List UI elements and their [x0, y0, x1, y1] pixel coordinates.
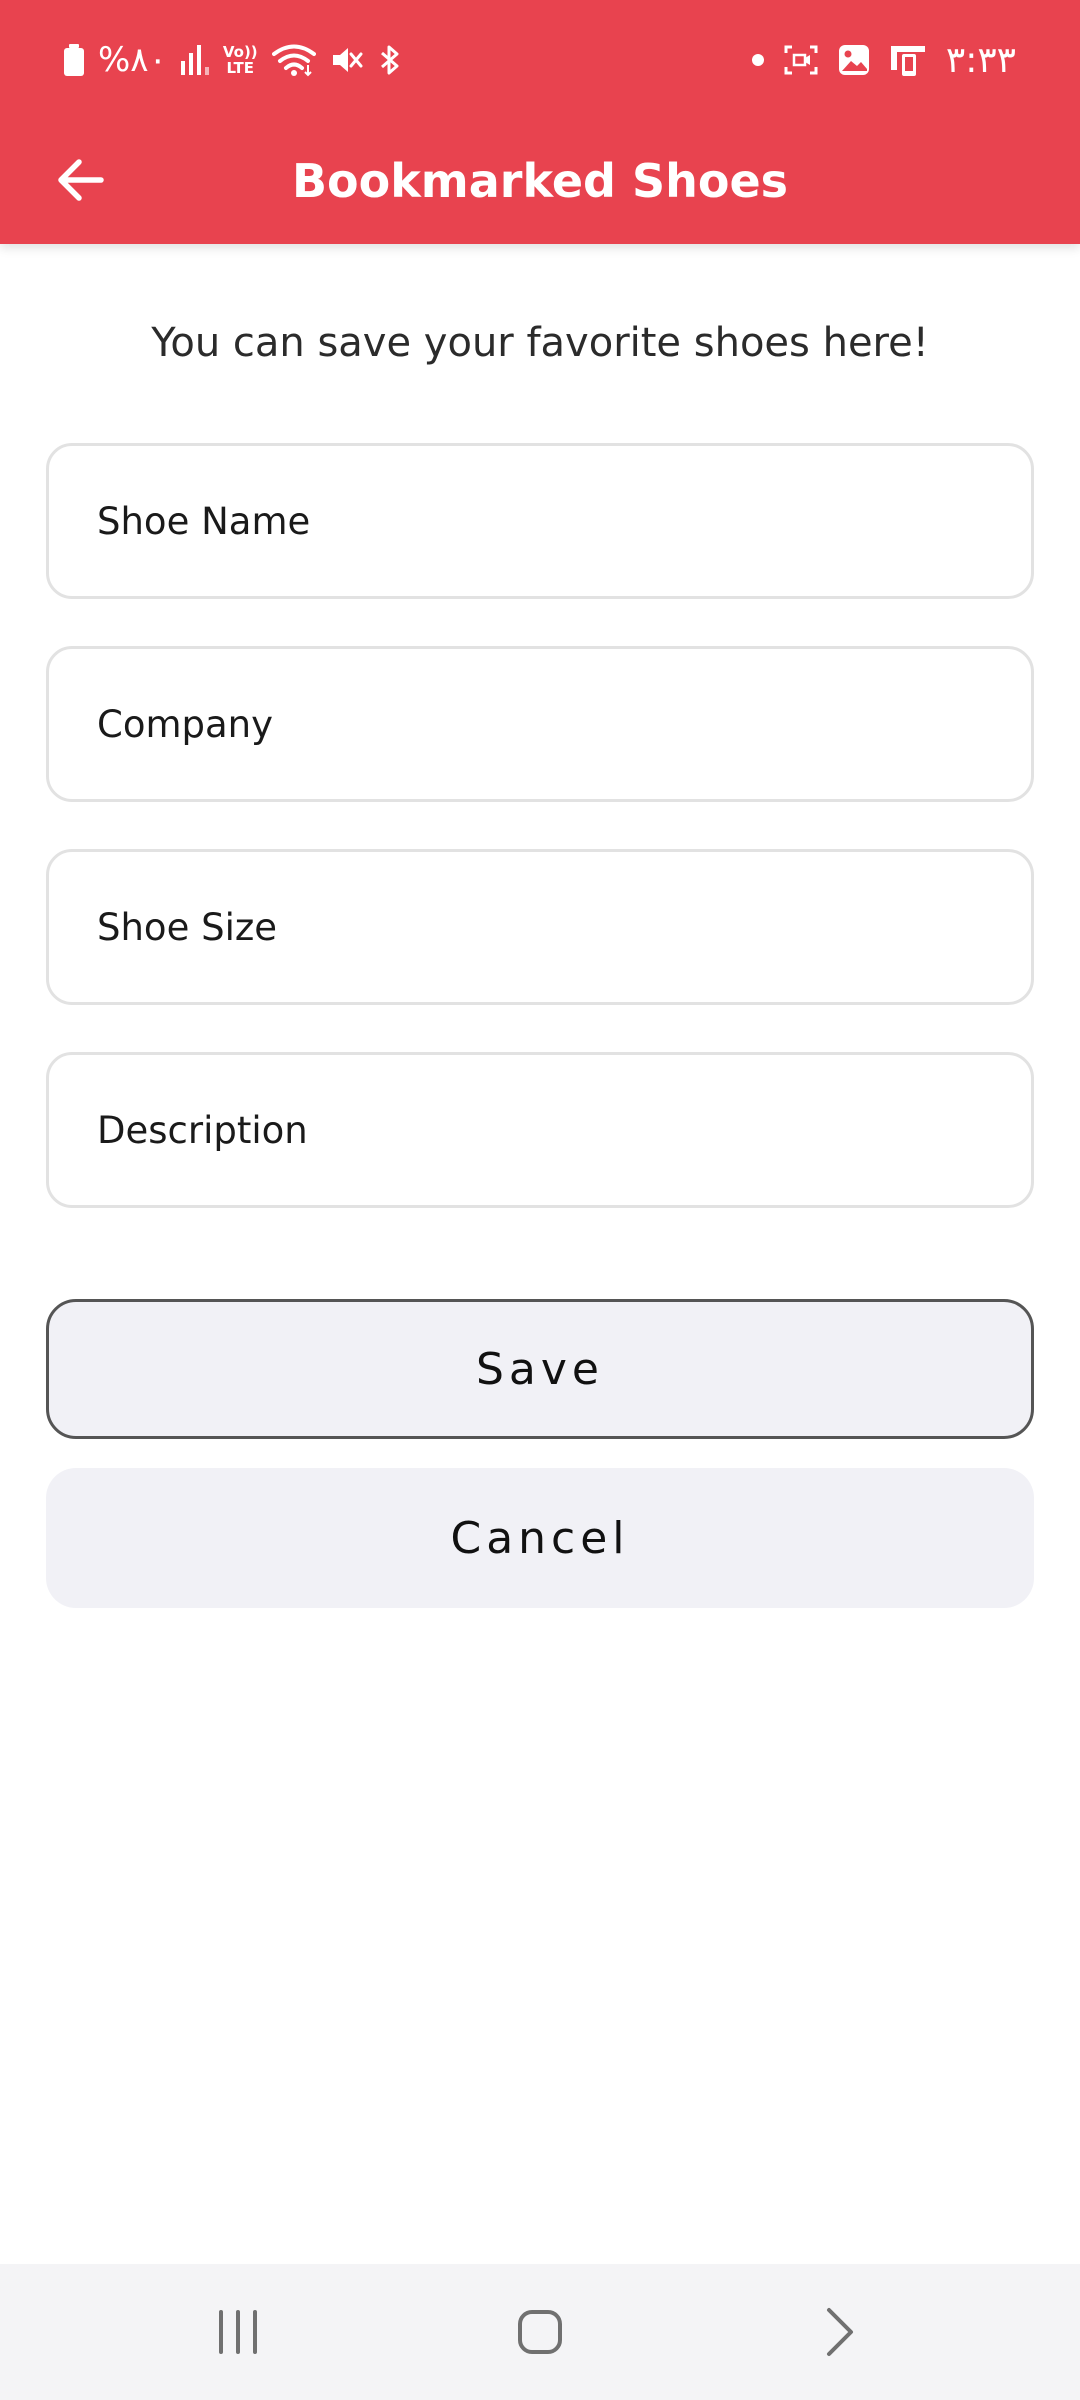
- volte-icon: Vo)) LTE: [223, 44, 258, 76]
- battery-percent: %۸۰: [98, 40, 167, 80]
- shoe-name-input[interactable]: [49, 446, 1031, 596]
- shoe-size-field: [46, 849, 1034, 1005]
- save-button[interactable]: Save: [46, 1299, 1034, 1439]
- nav-home-button[interactable]: [490, 2292, 590, 2372]
- home-icon: [518, 2310, 562, 2354]
- notification-dot-icon: [751, 54, 764, 66]
- cast-icon: [890, 46, 925, 76]
- signal-icon: [180, 45, 209, 75]
- bluetooth-icon: [380, 45, 399, 75]
- company-input[interactable]: [49, 649, 1031, 799]
- recents-icon: [219, 2310, 257, 2354]
- volte-bottom: LTE: [226, 59, 255, 77]
- cancel-button[interactable]: Cancel: [46, 1468, 1034, 1608]
- mute-icon: [332, 48, 363, 72]
- app-bar: %۸۰ Vo)) LTE ۳:۳۳ Bookmarked Shoes: [0, 0, 1080, 244]
- wifi-icon: [271, 44, 316, 77]
- status-bar: %۸۰ Vo)) LTE ۳:۳۳: [0, 0, 1080, 118]
- nav-recents-button[interactable]: [188, 2292, 288, 2372]
- clock: ۳:۳۳: [945, 39, 1016, 81]
- arrow-left-icon: [58, 159, 104, 201]
- company-field: [46, 646, 1034, 802]
- status-right: ۳:۳۳: [751, 36, 1016, 84]
- screen-record-icon: [784, 45, 818, 75]
- description-field: [46, 1052, 1034, 1208]
- subtitle: You can save your favorite shoes here!: [151, 320, 929, 366]
- toolbar: Bookmarked Shoes: [0, 118, 1080, 244]
- page-title: Bookmarked Shoes: [291, 154, 789, 208]
- battery-icon: [64, 44, 84, 76]
- nav-back-button[interactable]: [790, 2292, 890, 2372]
- shoe-name-field: [46, 443, 1034, 599]
- shoe-size-input[interactable]: [49, 852, 1031, 1002]
- chevron-right-icon: [827, 2308, 853, 2356]
- system-nav-bar: [0, 2264, 1080, 2400]
- description-input[interactable]: [49, 1055, 1031, 1205]
- back-button[interactable]: [40, 140, 120, 220]
- gallery-icon: [838, 45, 869, 75]
- screen: %۸۰ Vo)) LTE ۳:۳۳ Bookmarked Shoes You c…: [0, 0, 1080, 2400]
- status-left: %۸۰ Vo)) LTE: [64, 36, 402, 84]
